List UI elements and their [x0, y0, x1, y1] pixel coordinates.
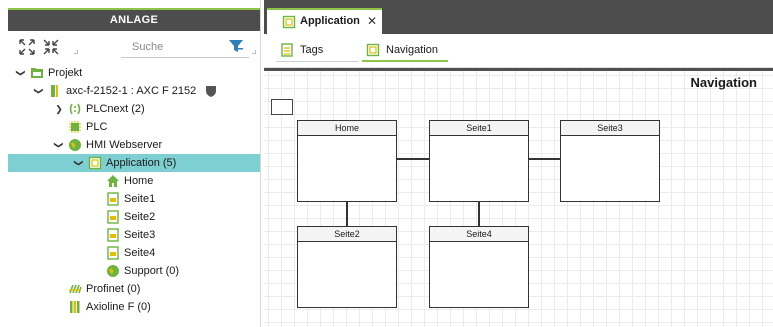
tree-item-profinet[interactable]: Profinet (0): [8, 280, 260, 298]
tree-item-label: Profinet (0): [86, 283, 141, 295]
tree-item-label: Seite1: [124, 193, 156, 205]
navigation-icon: [366, 43, 380, 57]
page-node-title: Home: [298, 121, 396, 136]
tree-item-support[interactable]: Support (0): [8, 262, 260, 280]
page-node-home[interactable]: Home: [297, 120, 397, 202]
project-folder-icon: [31, 68, 43, 78]
tree-item-label: HMI Webserver: [86, 139, 163, 151]
axioline-icon: [70, 301, 80, 313]
page-node-seite4[interactable]: Seite4: [429, 226, 529, 308]
panel-title: ANLAGE: [8, 8, 260, 31]
page-node-title: Seite4: [430, 227, 528, 242]
tree-item-label: Axioline F (0): [86, 301, 151, 313]
tab-application[interactable]: Application ✕: [267, 8, 382, 34]
tree-item-hmi-webserver[interactable]: ❯ HMI Webserver: [8, 136, 260, 154]
tree-item-label: Seite4: [124, 247, 156, 259]
tree-item-axioline[interactable]: Axioline F (0): [8, 298, 260, 316]
dropdown-indicator: [252, 50, 256, 54]
tree-item-label: PLC: [86, 121, 108, 133]
expand-all-icon[interactable]: [18, 38, 36, 56]
close-icon[interactable]: ✕: [367, 14, 377, 28]
shield-icon: [206, 86, 216, 97]
tree-item-home[interactable]: Home: [8, 172, 260, 190]
page-icon: [107, 246, 119, 260]
tree-item-label: Home: [124, 175, 154, 187]
controller-icon: [51, 85, 58, 97]
tree-item-seite4[interactable]: Seite4: [8, 244, 260, 262]
connector-line: [397, 158, 429, 160]
tree-item-label: Seite2: [124, 211, 156, 223]
page-icon: [107, 210, 119, 224]
tags-icon: [281, 43, 293, 57]
chevron-down-icon[interactable]: ❯: [70, 158, 88, 168]
tree-item-label: Seite3: [124, 229, 156, 241]
subtab-tags[interactable]: Tags: [276, 38, 358, 62]
project-tree-panel: ANLAGE ❯ Projekt ❯ ax: [0, 0, 261, 327]
chevron-down-icon[interactable]: ❯: [30, 86, 48, 96]
page-node-seite3[interactable]: Seite3: [560, 120, 660, 202]
page-node-title: Seite2: [298, 227, 396, 242]
tree-item-label: Projekt: [48, 67, 83, 79]
tree-item-label: axc-f-2152-1 : AXC F 2152: [66, 85, 197, 97]
chevron-right-icon[interactable]: ❯: [54, 100, 64, 118]
page-node-seite2[interactable]: Seite2: [297, 226, 397, 308]
tree-item-label: PLCnext (2): [86, 103, 145, 115]
globe-icon: [69, 139, 81, 151]
page-icon: [107, 228, 119, 242]
connector-line: [346, 202, 348, 228]
canvas-title: Navigation: [690, 75, 757, 90]
tree-item-seite2[interactable]: Seite2: [8, 208, 260, 226]
tab-label: Application: [300, 15, 360, 27]
tree-toolbar: [8, 32, 260, 62]
chevron-down-icon[interactable]: ❯: [50, 140, 68, 150]
connector-line: [529, 158, 560, 160]
plcnext-icon: [69, 103, 81, 115]
chip-icon: [69, 121, 81, 133]
page-node-seite1[interactable]: Seite1: [429, 120, 529, 202]
page-node-title: Seite3: [561, 121, 659, 136]
dropdown-indicator: [74, 50, 78, 54]
tree-item-label: Support (0): [124, 265, 180, 277]
application-icon: [282, 15, 296, 29]
application-icon: [88, 156, 102, 170]
tree-item-application[interactable]: ❯ Application (5): [8, 154, 260, 172]
sub-tab-bar: Tags Navigation: [264, 34, 773, 68]
page-node-title: Seite1: [430, 121, 528, 136]
tree-item-seite1[interactable]: Seite1: [8, 190, 260, 208]
collapse-all-icon[interactable]: [42, 38, 60, 56]
tree-item-device[interactable]: ❯ axc-f-2152-1 : AXC F 2152: [8, 82, 260, 100]
page-icon: [107, 192, 119, 206]
subtab-navigation[interactable]: Navigation: [362, 38, 448, 62]
tree-item-label: Application (5): [106, 157, 177, 169]
tree-item-seite3[interactable]: Seite3: [8, 226, 260, 244]
globe-icon: [107, 265, 119, 277]
tree-item-projekt[interactable]: ❯ Projekt: [8, 64, 260, 82]
chevron-down-icon[interactable]: ❯: [12, 68, 30, 78]
connector-line: [478, 202, 480, 228]
profinet-icon: [69, 284, 82, 294]
home-icon: [107, 175, 119, 187]
subtab-label: Navigation: [386, 44, 438, 56]
filter-icon[interactable]: [228, 38, 244, 54]
minimap-box[interactable]: [271, 99, 293, 115]
tree-item-plc[interactable]: PLC: [8, 118, 260, 136]
subtab-label: Tags: [300, 44, 324, 56]
navigation-canvas[interactable]: Navigation Home Seite1 Seite3 Seite2 Sei…: [264, 68, 773, 327]
tree-item-plcnext[interactable]: ❯ PLCnext (2): [8, 100, 260, 118]
